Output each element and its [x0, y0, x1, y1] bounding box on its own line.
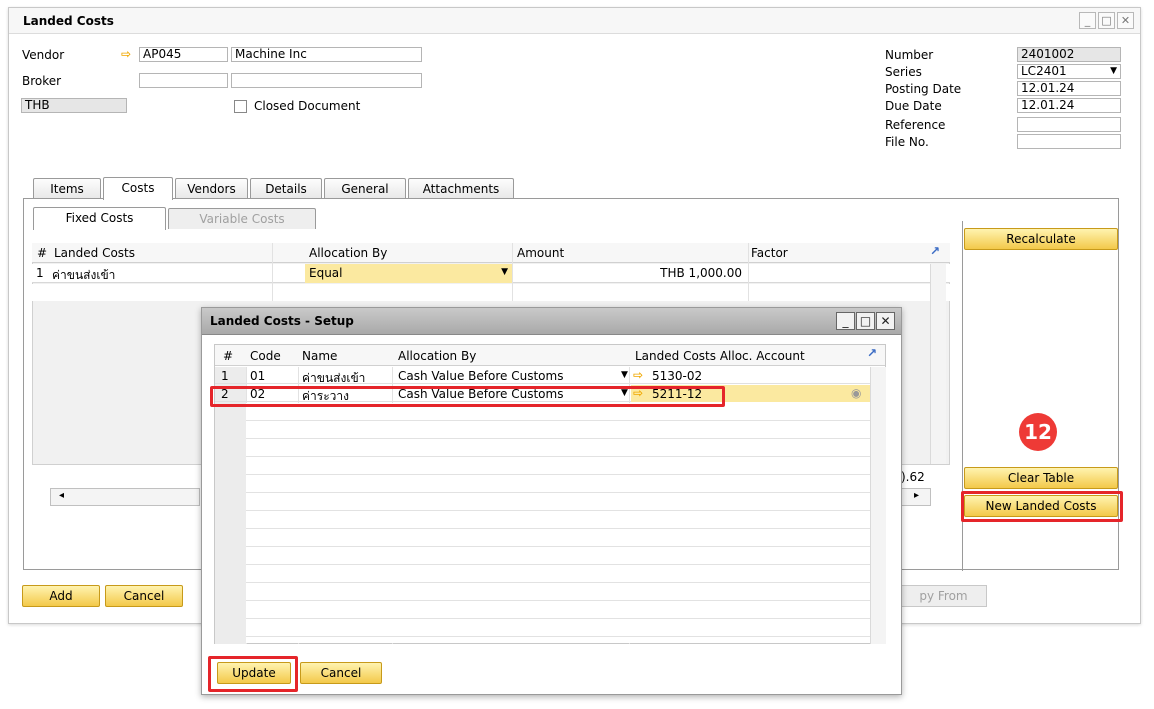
- number-field: 2401002: [1017, 47, 1121, 62]
- dialog-title: Landed Costs - Setup: [210, 314, 354, 328]
- lookup-icon[interactable]: ◉: [851, 386, 861, 400]
- empty-rows: [246, 403, 870, 643]
- vendor-link-arrow-icon[interactable]: ⇨: [121, 47, 131, 61]
- scroll-left-icon[interactable]: ◂: [59, 490, 64, 501]
- due-date-label: Due Date: [885, 99, 942, 113]
- number-label: Number: [885, 48, 934, 62]
- file-no-field[interactable]: [1017, 134, 1121, 149]
- table-row-empty[interactable]: [32, 284, 950, 301]
- costs-table-header: # Landed Costs Allocation By Amount Fact…: [32, 243, 950, 263]
- col-header-num: #: [223, 349, 234, 363]
- row-amount: THB 1,000.00: [660, 266, 742, 280]
- col-header-account: Landed Costs Alloc. Account: [635, 349, 805, 363]
- col-header-allocation-by: Allocation By: [398, 349, 477, 363]
- row-code: 01: [250, 369, 266, 383]
- setup-table-header: # Code Name Allocation By Landed Costs A…: [215, 345, 885, 366]
- tab-items[interactable]: Items: [33, 178, 101, 200]
- window-title-bar[interactable]: Landed Costs _ □ ✕: [9, 8, 1140, 34]
- table-row[interactable]: 1 01 ค่าขนส่งเข้า Cash Value Before Cust…: [215, 367, 870, 385]
- table-row[interactable]: 1 ค่าขนส่งเข้า Equal ▼ THB 1,000.00: [32, 264, 950, 283]
- broker-code-field[interactable]: [139, 73, 228, 88]
- scroll-right-icon[interactable]: ▸: [914, 490, 919, 501]
- closed-document-checkbox[interactable]: [234, 100, 247, 113]
- tab-attachments[interactable]: Attachments: [408, 178, 514, 200]
- allocation-select[interactable]: Equal ▼: [305, 264, 512, 283]
- closed-document-label: Closed Document: [254, 99, 361, 113]
- broker-label: Broker: [22, 74, 62, 88]
- col-header-num: #: [37, 246, 48, 260]
- broker-name-field[interactable]: [231, 73, 422, 88]
- close-icon[interactable]: ✕: [876, 312, 895, 330]
- setup-table-scrollbar[interactable]: [870, 367, 886, 644]
- expand-icon[interactable]: ↗: [930, 244, 940, 258]
- clear-table-button[interactable]: Clear Table: [964, 467, 1118, 489]
- row-num: 1: [36, 266, 44, 280]
- window-title: Landed Costs: [23, 14, 114, 28]
- account-link-arrow-icon[interactable]: ⇨: [633, 368, 643, 382]
- horizontal-scrollbar-right[interactable]: ▸: [901, 488, 931, 506]
- total-partial-value: ).62: [901, 470, 925, 484]
- posting-date-field[interactable]: 12.01.24: [1017, 81, 1121, 96]
- dialog-cancel-button[interactable]: Cancel: [300, 662, 382, 684]
- col-header-landed-costs: Landed Costs: [54, 246, 136, 260]
- tab-vendors[interactable]: Vendors: [175, 178, 248, 200]
- subtab-variable-costs[interactable]: Variable Costs: [168, 208, 316, 229]
- series-select[interactable]: LC2401 ▼: [1017, 64, 1121, 79]
- recalculate-button[interactable]: Recalculate: [964, 228, 1118, 250]
- row-num: 1: [221, 369, 229, 383]
- col-header-amount: Amount: [517, 246, 565, 260]
- landed-costs-setup-dialog: Landed Costs - Setup _ □ ✕ # Code Name A…: [201, 307, 902, 695]
- vendor-name-field[interactable]: Machine Inc: [231, 47, 422, 62]
- allocation-value: Equal: [309, 266, 343, 280]
- chevron-down-icon[interactable]: ▼: [501, 267, 508, 277]
- due-date-field[interactable]: 12.01.24: [1017, 98, 1121, 113]
- maximize-icon[interactable]: □: [1098, 12, 1115, 29]
- horizontal-scrollbar[interactable]: ◂: [50, 488, 200, 506]
- expand-icon[interactable]: ↗: [867, 346, 877, 360]
- add-button[interactable]: Add: [22, 585, 100, 607]
- series-value: LC2401: [1021, 64, 1067, 78]
- close-icon[interactable]: ✕: [1117, 12, 1134, 29]
- vendor-label: Vendor: [22, 48, 65, 62]
- chevron-down-icon[interactable]: ▼: [621, 370, 628, 380]
- step-badge: 12: [1019, 413, 1057, 451]
- chevron-down-icon[interactable]: ▼: [1110, 65, 1117, 78]
- file-no-label: File No.: [885, 135, 929, 149]
- new-landed-costs-highlight: [961, 491, 1123, 522]
- costs-table-scrollbar[interactable]: [930, 264, 946, 464]
- tab-details[interactable]: Details: [250, 178, 322, 200]
- vendor-code-field[interactable]: AP045: [139, 47, 228, 62]
- copy-from-button[interactable]: py From: [900, 585, 987, 607]
- cancel-button[interactable]: Cancel: [105, 585, 183, 607]
- col-header-factor: Factor: [751, 246, 788, 260]
- row-2-highlight: [210, 386, 725, 407]
- update-button-highlight: [208, 656, 298, 692]
- row-account: 5130-02: [652, 369, 703, 383]
- row-allocation: Cash Value Before Customs: [398, 369, 564, 383]
- minimize-icon[interactable]: _: [1079, 12, 1096, 29]
- reference-field[interactable]: [1017, 117, 1121, 132]
- tab-costs[interactable]: Costs: [103, 177, 173, 200]
- maximize-icon[interactable]: □: [856, 312, 875, 330]
- reference-label: Reference: [885, 118, 946, 132]
- subtab-fixed-costs[interactable]: Fixed Costs: [33, 207, 166, 230]
- series-label: Series: [885, 65, 922, 79]
- col-header-allocation-by: Allocation By: [309, 246, 388, 260]
- row-landed-costs: ค่าขนส่งเข้า: [52, 268, 116, 282]
- minimize-icon[interactable]: _: [836, 312, 855, 330]
- tab-general[interactable]: General: [324, 178, 406, 200]
- col-header-name: Name: [302, 349, 338, 363]
- currency-field: THB: [21, 98, 127, 113]
- dialog-title-bar[interactable]: Landed Costs - Setup _ □ ✕: [202, 308, 901, 335]
- posting-date-label: Posting Date: [885, 82, 962, 96]
- col-header-code: Code: [250, 349, 281, 363]
